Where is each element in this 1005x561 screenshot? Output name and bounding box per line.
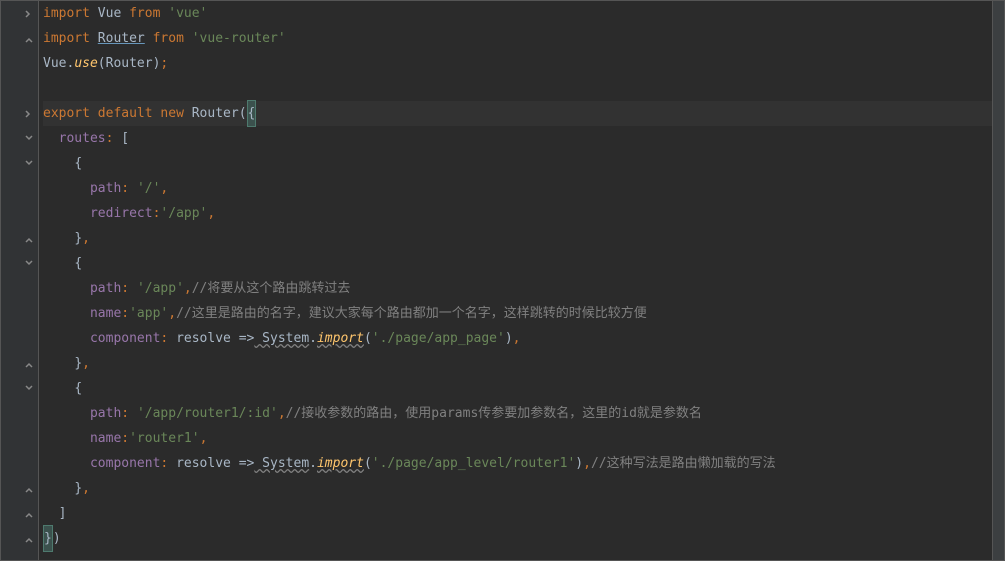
fold-marker-icon[interactable]	[23, 508, 35, 520]
code-line-current: export default new Router({	[43, 101, 992, 126]
fold-marker-icon[interactable]	[23, 383, 35, 395]
code-line: },	[43, 226, 992, 251]
code-line: },	[43, 476, 992, 501]
code-line: redirect:'/app',	[43, 201, 992, 226]
code-line: {	[43, 251, 992, 276]
vertical-scrollbar[interactable]	[992, 1, 1004, 560]
fold-marker-icon[interactable]	[23, 358, 35, 370]
code-line: component: resolve => System.import('./p…	[43, 451, 992, 476]
fold-marker-icon[interactable]	[23, 133, 35, 145]
code-line: path: '/app',//将要从这个路由跳转过去	[43, 276, 992, 301]
code-line: })	[43, 526, 992, 551]
gutter	[1, 1, 39, 560]
fold-marker-icon[interactable]	[23, 533, 35, 545]
fold-marker-icon[interactable]	[23, 258, 35, 270]
code-line: path: '/app/router1/:id',//接收参数的路由，使用par…	[43, 401, 992, 426]
code-line: routes: [	[43, 126, 992, 151]
code-line: name:'app',//这里是路由的名字，建议大家每个路由都加一个名字，这样跳…	[43, 301, 992, 326]
code-line: {	[43, 376, 992, 401]
fold-marker-icon[interactable]	[23, 233, 35, 245]
code-line	[43, 76, 992, 101]
fold-marker-icon[interactable]	[23, 108, 35, 120]
code-line: import Router from 'vue-router'	[43, 26, 992, 51]
fold-marker-icon[interactable]	[23, 483, 35, 495]
fold-marker-icon[interactable]	[23, 158, 35, 170]
code-line: {	[43, 151, 992, 176]
code-line: path: '/',	[43, 176, 992, 201]
code-line: name:'router1',	[43, 426, 992, 451]
code-line: Vue.use(Router);	[43, 51, 992, 76]
code-line: ]	[43, 501, 992, 526]
code-line: import Vue from 'vue'	[43, 1, 992, 26]
code-line: component: resolve => System.import('./p…	[43, 326, 992, 351]
code-editor: import Vue from 'vue' import Router from…	[0, 0, 1005, 561]
code-area[interactable]: import Vue from 'vue' import Router from…	[39, 1, 992, 560]
fold-marker-icon[interactable]	[23, 8, 35, 20]
fold-marker-icon[interactable]	[23, 33, 35, 45]
code-line: },	[43, 351, 992, 376]
